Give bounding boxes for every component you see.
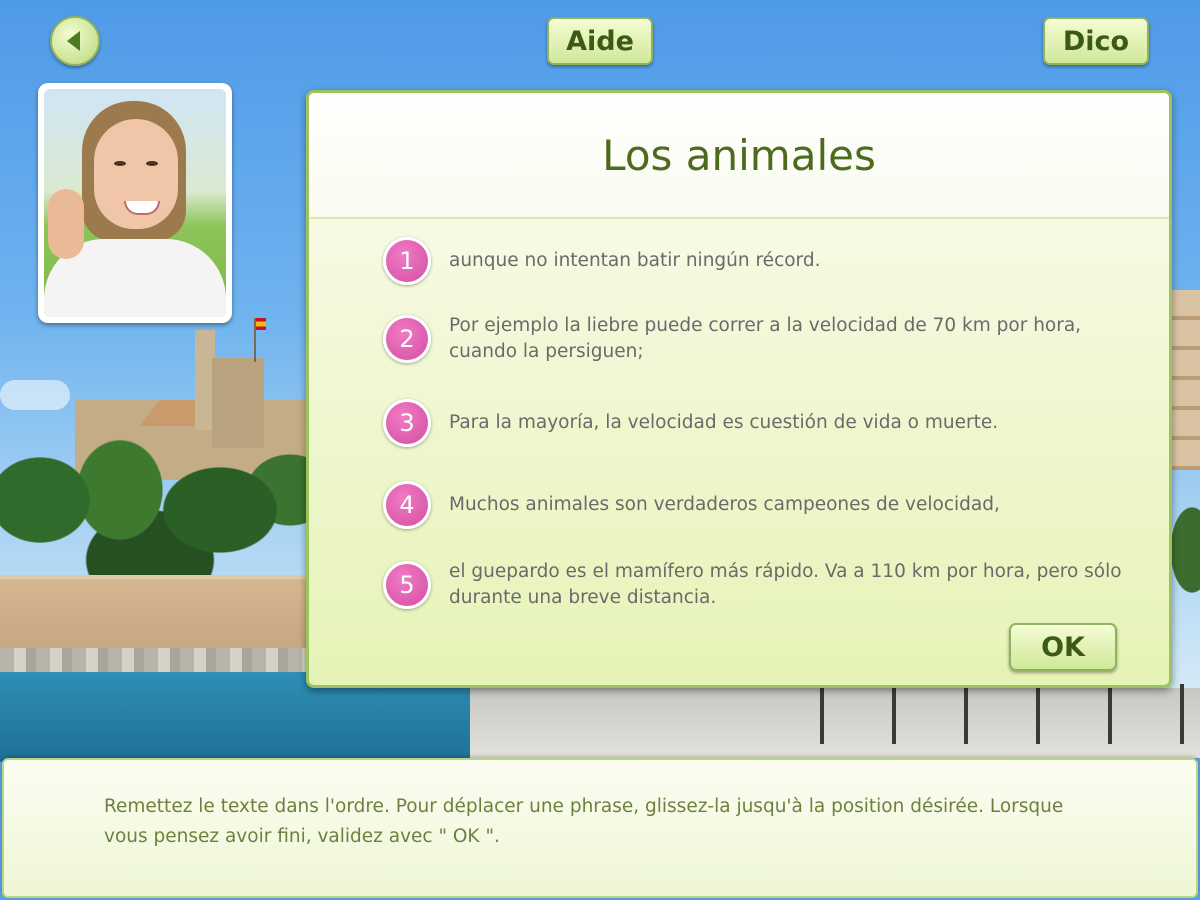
sentence-item[interactable]: 4 Muchos animales son verdaderos campeon… (383, 481, 1123, 529)
page-title: Los animales (602, 130, 876, 180)
sentence-item[interactable]: 2 Por ejemplo la liebre puede correr a l… (383, 313, 1123, 365)
ok-button[interactable]: OK (1009, 623, 1117, 671)
cloud (0, 380, 70, 410)
street-lamps (780, 684, 1200, 744)
number-badge: 3 (383, 399, 431, 447)
back-button[interactable] (50, 16, 100, 66)
number-badge: 4 (383, 481, 431, 529)
dico-button[interactable]: Dico (1043, 17, 1149, 65)
sentence-text: Muchos animales son verdaderos campeones… (449, 494, 1000, 515)
aide-button[interactable]: Aide (547, 17, 653, 65)
avatar (38, 83, 232, 323)
building-right (1172, 290, 1200, 470)
sentence-text: Para la mayoría, la velocidad es cuestió… (449, 412, 999, 433)
palm-trees-right (1172, 470, 1200, 670)
number-badge: 2 (383, 315, 431, 363)
spain-flag-icon (256, 318, 266, 330)
number-badge: 1 (383, 237, 431, 285)
sentence-item[interactable]: 5 el guepardo es el mamífero más rápido.… (383, 559, 1123, 611)
sentence-text: Por ejemplo la liebre puede correr a la … (449, 315, 1082, 362)
sentence-text: aunque no intentan batir ningún récord. (449, 250, 821, 271)
avatar-photo (44, 89, 226, 317)
sentence-item[interactable]: 3 Para la mayoría, la velocidad es cuest… (383, 399, 1123, 447)
arrow-left-icon (67, 31, 80, 51)
instructions-text: Remettez le texte dans l'ordre. Pour dép… (104, 796, 1064, 847)
instructions-bar: Remettez le texte dans l'ordre. Pour dép… (2, 758, 1198, 898)
exercise-panel: Los animales 1 aunque no intentan batir … (306, 90, 1172, 688)
number-badge: 5 (383, 561, 431, 609)
sentence-text: el guepardo es el mamífero más rápido. V… (449, 561, 1122, 608)
sentence-item[interactable]: 1 aunque no intentan batir ningún récord… (383, 237, 1123, 285)
panel-header: Los animales (309, 93, 1169, 219)
